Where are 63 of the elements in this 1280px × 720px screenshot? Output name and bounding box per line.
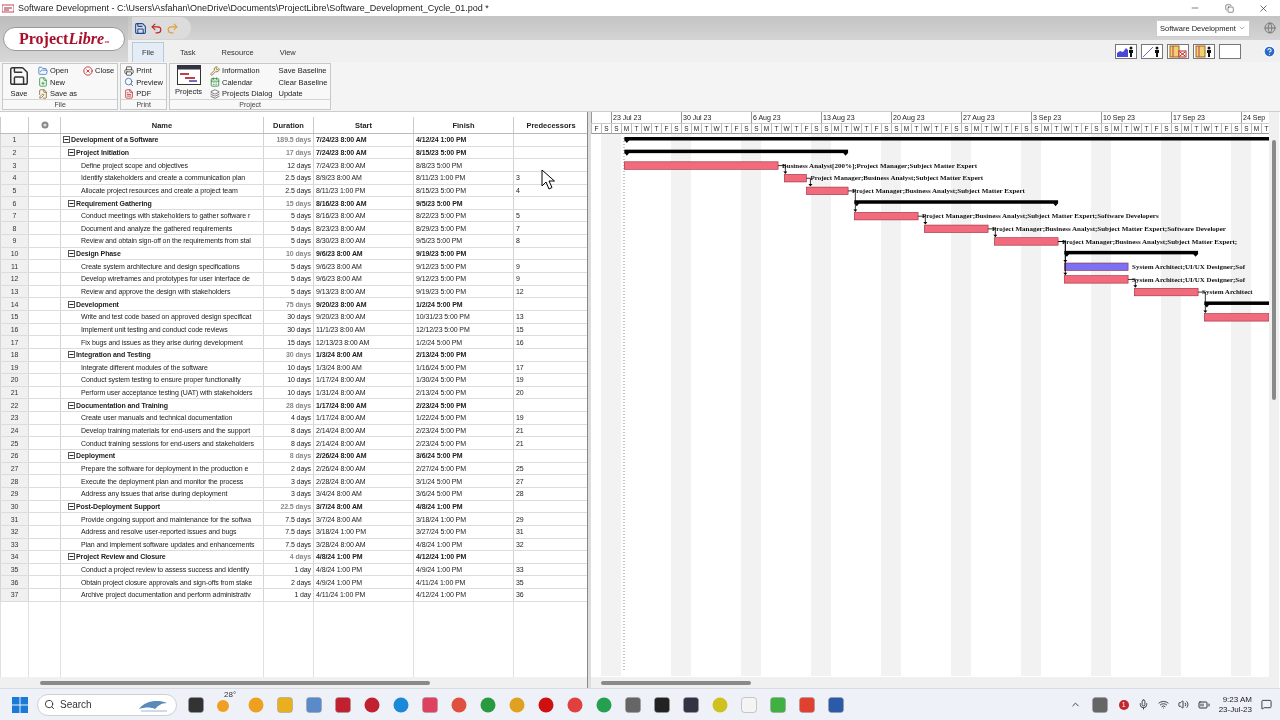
app-icon[interactable] — [683, 696, 699, 713]
view-button[interactable] — [1141, 44, 1163, 59]
close-icon — [1257, 2, 1269, 14]
sun-icon — [215, 697, 231, 714]
restore-icon — [1224, 3, 1234, 13]
clock[interactable]: 9:23 AM 23-Jul-23 — [1218, 694, 1252, 715]
dependency-arrow — [806, 177, 813, 187]
notifications-icon[interactable] — [1261, 699, 1272, 710]
search-icon — [44, 698, 55, 710]
collapse-icon[interactable] — [68, 148, 75, 156]
folder-icon — [38, 65, 48, 76]
collapse-icon[interactable] — [68, 502, 75, 510]
table-figure-icon — [1194, 45, 1214, 58]
collapse-icon[interactable] — [68, 300, 75, 308]
document-icon — [124, 88, 135, 99]
search-field[interactable]: Search — [37, 693, 177, 716]
task-bar[interactable] — [784, 174, 807, 183]
layers-icon — [210, 88, 221, 99]
app-icon[interactable] — [654, 696, 670, 713]
scrollbar[interactable] — [1269, 112, 1279, 688]
mouse-pointer-icon — [541, 169, 555, 190]
calendar-icon — [210, 77, 221, 88]
task-bar[interactable] — [924, 224, 989, 233]
view-button[interactable] — [1115, 44, 1137, 59]
close-icon — [83, 65, 94, 76]
battery-icon[interactable] — [1197, 698, 1210, 711]
task-bar[interactable] — [854, 212, 919, 221]
table-cross-icon — [1168, 45, 1188, 58]
window-title: Software Development - C:\Users\Asfahan\OneDrive\Documents\ProjectLibre\Software_Development_Cycle_01.pod * — [18, 3, 490, 13]
app-icon[interactable] — [188, 696, 204, 713]
scrollbar[interactable] — [0, 677, 587, 688]
wifi-icon[interactable] — [1157, 699, 1169, 710]
help-icon[interactable] — [1263, 45, 1276, 58]
temperature: 28° — [224, 689, 237, 699]
collapse-icon[interactable] — [68, 250, 75, 258]
view-button[interactable] — [1193, 44, 1215, 59]
summary-bar — [1204, 301, 1269, 308]
save-icon[interactable] — [134, 21, 147, 35]
speaker-icon[interactable] — [1177, 699, 1189, 710]
app-icon[interactable] — [828, 696, 844, 713]
file-pen-icon — [38, 88, 48, 99]
undo-icon[interactable] — [150, 21, 163, 35]
collapse-icon[interactable] — [68, 553, 75, 561]
collapse-icon[interactable] — [68, 452, 75, 460]
windows-logo-icon[interactable] — [12, 696, 28, 713]
collapse-icon[interactable] — [68, 401, 75, 409]
magnifier-icon — [124, 77, 135, 88]
wrench-icon — [210, 65, 221, 76]
globe-icon[interactable] — [1264, 22, 1276, 34]
file-plus-icon — [38, 77, 48, 88]
microphone-icon[interactable] — [1137, 699, 1149, 710]
collapse-icon[interactable] — [68, 199, 75, 207]
task-bar[interactable] — [806, 186, 849, 195]
chevron-down-icon — [1238, 24, 1246, 32]
collapse-icon[interactable] — [68, 351, 75, 359]
collapse-icon[interactable] — [63, 136, 70, 144]
info-icon — [40, 121, 49, 129]
scrollbar[interactable] — [591, 677, 1269, 688]
task-bar[interactable] — [1064, 262, 1129, 271]
task-bar[interactable] — [1134, 288, 1199, 297]
histogram-figure-icon — [1116, 45, 1136, 58]
printer-icon — [124, 65, 135, 76]
line-figure-icon — [1142, 45, 1162, 58]
